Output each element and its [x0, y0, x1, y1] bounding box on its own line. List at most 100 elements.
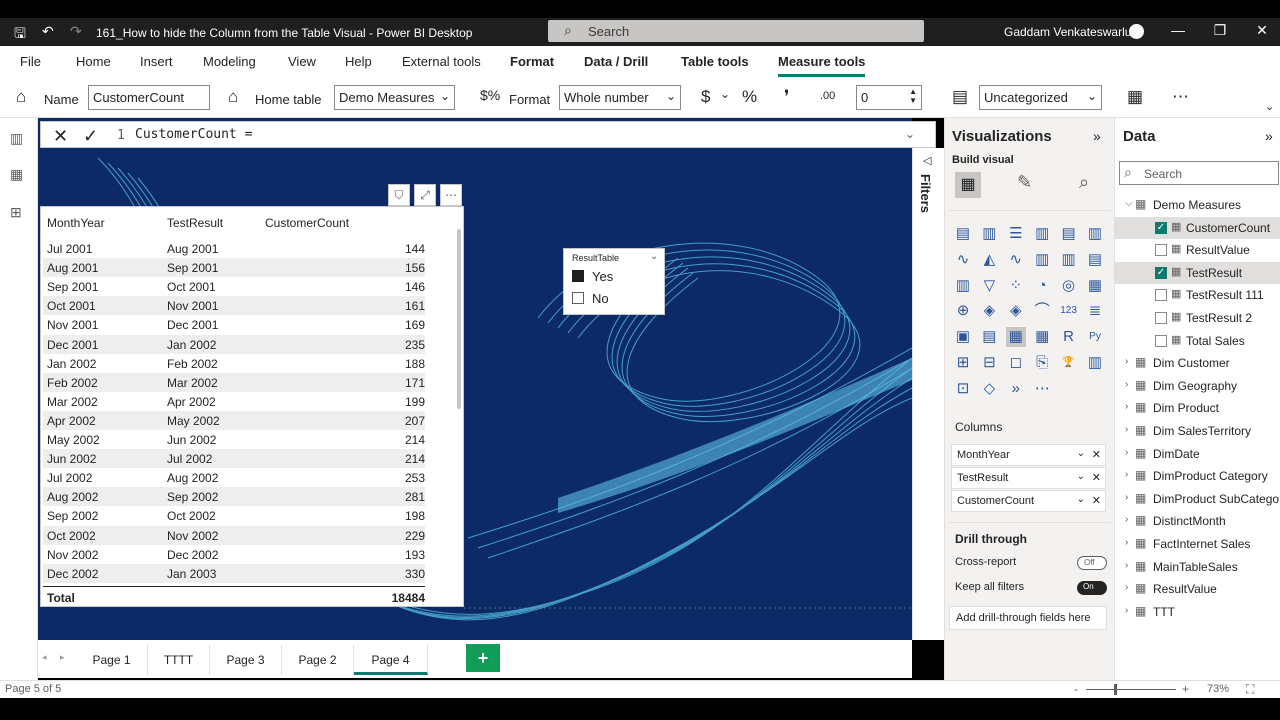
menu-view[interactable]: View	[288, 54, 316, 69]
save-icon[interactable]: 🖫	[14, 23, 26, 47]
well-field-customercount[interactable]: CustomerCount ⌄ ✕	[951, 490, 1106, 512]
stacked-area-icon[interactable]: ∿	[1006, 250, 1026, 270]
chevron-right-icon[interactable]: ›	[1125, 379, 1128, 390]
remove-field-icon[interactable]: ✕	[1092, 471, 1101, 484]
funnel-icon[interactable]: ▥	[953, 276, 973, 296]
expand-filters-icon[interactable]: ◁	[923, 154, 931, 167]
collapse-pane-icon[interactable]: »	[1265, 128, 1273, 144]
menu-external-tools[interactable]: External tools	[402, 54, 481, 69]
python-visual-icon[interactable]: Py	[1085, 327, 1105, 347]
user-name[interactable]: Gaddam Venkateswarlu	[1004, 25, 1131, 39]
clustered-bar-icon[interactable]: ☰	[1006, 224, 1026, 244]
keep-all-filters-toggle[interactable]: On	[1077, 581, 1107, 595]
data-search-input[interactable]: ⌕ Search	[1119, 161, 1279, 185]
formula-code[interactable]: CustomerCount =	[135, 127, 252, 142]
formula-bar[interactable]: ✕ ✓ 1 CustomerCount = ⌄	[40, 121, 936, 148]
power-apps-icon[interactable]: ⊡	[953, 379, 973, 399]
field-item[interactable]: ▦ ResultValue	[1115, 239, 1280, 261]
matrix-icon[interactable]: ▦	[1032, 327, 1052, 347]
data-table-item[interactable]: › ▦ ResultValue	[1115, 578, 1280, 600]
menu-insert[interactable]: Insert	[140, 54, 173, 69]
treemap-icon[interactable]: ▦	[1085, 276, 1105, 296]
funnel2-icon[interactable]: ▽	[979, 276, 999, 296]
key-influencers-icon[interactable]: ⊞	[953, 353, 973, 373]
menu-help[interactable]: Help	[345, 54, 372, 69]
restore-icon[interactable]: ❐	[1210, 22, 1230, 39]
chevron-right-icon[interactable]: ›	[1125, 447, 1128, 458]
report-view-icon[interactable]: ▥	[10, 130, 28, 146]
r-visual-icon[interactable]: R	[1059, 327, 1079, 347]
column-header-customercount[interactable]: CustomerCount	[265, 216, 349, 230]
chevron-down-icon[interactable]: ⌵	[1125, 198, 1133, 209]
chevron-down-icon[interactable]: ⌄	[1077, 448, 1085, 459]
table-row[interactable]: Sep 2001 Oct 2001 146	[43, 277, 425, 296]
data-table-item[interactable]: › ▦ DistinctMonth	[1115, 510, 1280, 532]
100-bar-icon[interactable]: ▤	[1059, 224, 1079, 244]
field-checkbox[interactable]: ✓	[1155, 221, 1167, 234]
table-row[interactable]: Jun 2002 Jul 2002 214	[43, 449, 425, 469]
format-visual-tab-icon[interactable]: ✎	[1017, 172, 1032, 193]
build-visual-tab-icon[interactable]: ▦	[955, 172, 981, 198]
prev-page-icon[interactable]: ◂	[42, 652, 47, 663]
data-table-item[interactable]: › ▦ MainTableSales	[1115, 556, 1280, 578]
table-icon[interactable]: ▦	[1005, 327, 1026, 348]
well-field-testresult[interactable]: TestResult ⌄ ✕	[951, 467, 1106, 489]
field-checkbox[interactable]: ✓	[1155, 266, 1167, 279]
decomposition-tree-icon[interactable]: ⊟	[979, 353, 999, 373]
column-header-monthyear[interactable]: MonthYear	[47, 216, 105, 230]
field-checkbox[interactable]	[1155, 334, 1167, 347]
chevron-down-icon[interactable]: ⌄	[650, 251, 658, 262]
ellipsis-icon[interactable]: ⋯	[1032, 379, 1052, 399]
table-row[interactable]: Feb 2002 Mar 2002 171	[43, 372, 425, 392]
waterfall-icon[interactable]: ▤	[1085, 250, 1105, 270]
zoom-slider[interactable]	[1086, 689, 1176, 690]
table-row[interactable]: Nov 2001 Dec 2001 169	[43, 315, 425, 334]
page-tab[interactable]: Page 3	[210, 645, 282, 675]
add-page-button[interactable]: +	[466, 644, 500, 672]
table-row[interactable]: Jul 2001 Aug 2001 144	[43, 239, 425, 258]
menu-modeling[interactable]: Modeling	[203, 54, 256, 69]
area-chart-icon[interactable]: ◭	[979, 250, 999, 270]
formula-expand-icon[interactable]: ⌄	[905, 127, 915, 141]
table-row[interactable]: Aug 2002 Sep 2002 281	[43, 487, 425, 507]
table-row[interactable]: Dec 2001 Jan 2002 235	[43, 334, 425, 354]
filter-visual-icon[interactable]: ⛉	[388, 184, 410, 206]
filters-pane-collapsed[interactable]: ◁ Filters	[912, 148, 944, 640]
field-item[interactable]: ✓ ▦ TestResult	[1115, 261, 1280, 284]
chevron-right-icon[interactable]: ›	[1125, 356, 1128, 367]
chevron-down-icon[interactable]: ⌄	[1077, 471, 1085, 482]
scatter-icon[interactable]: ⁘	[1006, 276, 1026, 296]
table-scrollbar[interactable]	[457, 229, 461, 409]
name-input[interactable]: CustomerCount	[88, 85, 210, 110]
table-row[interactable]: Sep 2002 Oct 2002 198	[43, 506, 425, 525]
data-table-item[interactable]: › ▦ DimDate	[1115, 443, 1280, 465]
comma-button[interactable]: ❜	[784, 87, 789, 107]
field-item[interactable]: ▦ Total Sales	[1115, 330, 1280, 352]
cross-report-toggle[interactable]: Off	[1077, 556, 1107, 570]
undo-icon[interactable]: ↶	[42, 23, 54, 40]
card-icon[interactable]: 123	[1059, 301, 1079, 321]
qna-icon[interactable]: ◻	[1006, 353, 1026, 373]
ribbon-collapse-icon[interactable]: ⌄	[1265, 100, 1274, 113]
stacked-column-icon[interactable]: ▥	[979, 224, 999, 244]
clustered-column-icon[interactable]: ▥	[1032, 224, 1052, 244]
stacked-bar-icon[interactable]: ▤	[953, 224, 973, 244]
data-table-demo-measures[interactable]: ⌵ ▦ Demo Measures	[1115, 194, 1280, 216]
chevron-down-icon[interactable]: ⌄	[720, 87, 730, 101]
field-checkbox[interactable]	[1155, 312, 1167, 324]
data-table-item[interactable]: › ▦ DimProduct SubCatego...	[1115, 488, 1280, 510]
chevron-right-icon[interactable]: ›	[1125, 560, 1128, 571]
percent-button[interactable]: %	[742, 87, 757, 107]
page-tab[interactable]: Page 4	[354, 645, 428, 675]
zoom-out-icon[interactable]: -	[1074, 682, 1078, 696]
menu-measure-tools[interactable]: Measure tools	[778, 54, 866, 77]
filled-map-icon[interactable]: ◈	[979, 301, 999, 321]
chevron-right-icon[interactable]: ›	[1125, 401, 1128, 412]
table-view-icon[interactable]: ▦	[10, 166, 28, 182]
page-tab[interactable]: Page 2	[282, 645, 354, 675]
decimal-button[interactable]: .00	[820, 90, 835, 102]
multirow-card-icon[interactable]: ≣	[1085, 301, 1105, 321]
title-search-box[interactable]: ⌕ Search	[548, 20, 924, 42]
decimals-stepper[interactable]: 0 ▲ ▼	[856, 85, 922, 110]
field-checkbox[interactable]	[1155, 289, 1167, 302]
